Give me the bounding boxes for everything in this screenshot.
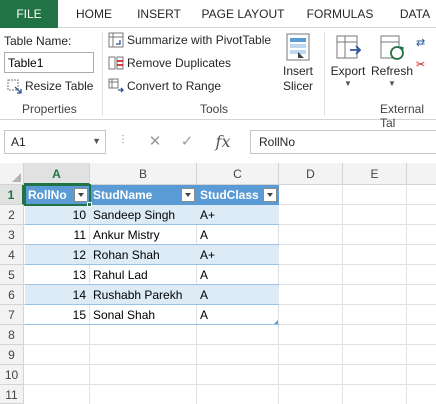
- convert-range-label: Convert to Range: [127, 79, 222, 93]
- tab-file[interactable]: FILE: [0, 0, 58, 28]
- summarize-pivot-label: Summarize with PivotTable: [127, 33, 272, 47]
- gridline: [406, 185, 407, 404]
- group-separator: [324, 32, 325, 116]
- column-header-e[interactable]: E: [343, 163, 407, 185]
- active-cell-selection: [24, 184, 91, 206]
- ribbon-tabs: FILE HOME INSERT PAGE LAYOUT FORMULAS DA…: [0, 0, 436, 28]
- export-button[interactable]: Export ▼: [328, 32, 368, 88]
- tab-home[interactable]: HOME: [70, 0, 118, 28]
- worksheet-grid[interactable]: A B C D E 1 2 3 4 5 6 7 8 9 10 11 RollNo…: [0, 163, 436, 404]
- insert-slicer-label-2: Slicer: [282, 79, 313, 93]
- chevron-down-icon: ▼: [344, 79, 352, 88]
- column-header-a[interactable]: A: [24, 163, 90, 185]
- row-header-9[interactable]: 9: [0, 345, 24, 365]
- tab-insert[interactable]: INSERT: [132, 0, 186, 28]
- cell-studclass[interactable]: A: [197, 285, 278, 305]
- row-header-1[interactable]: 1: [0, 185, 24, 205]
- row-header-2[interactable]: 2: [0, 205, 24, 225]
- column-header-d[interactable]: D: [279, 163, 343, 185]
- cell-rollno[interactable]: 13: [25, 265, 89, 285]
- chevron-down-icon: ▼: [388, 79, 396, 88]
- insert-function-icon[interactable]: fx: [208, 130, 238, 154]
- refresh-label: Refresh: [370, 64, 414, 78]
- convert-range-button[interactable]: Convert to Range: [108, 76, 221, 96]
- filter-dropdown-icon[interactable]: [263, 188, 277, 202]
- row-header-8[interactable]: 8: [0, 325, 24, 345]
- cell-studclass[interactable]: A: [197, 265, 278, 285]
- gridline: [24, 364, 436, 365]
- select-all-button[interactable]: [0, 163, 24, 185]
- summarize-pivot-button[interactable]: Summarize with PivotTable: [108, 30, 271, 50]
- cell-rollno[interactable]: 15: [25, 305, 89, 325]
- external-group-label: External Tal: [380, 102, 425, 130]
- export-icon: [336, 35, 362, 59]
- cell-rollno[interactable]: 11: [25, 225, 89, 245]
- tools-group-label: Tools: [200, 102, 229, 116]
- unlink-icon[interactable]: ✂: [416, 58, 425, 71]
- group-separator: [102, 32, 103, 116]
- fill-handle[interactable]: [87, 202, 92, 207]
- gridline: [342, 185, 343, 404]
- cell-studname[interactable]: Rushabh Parekh: [90, 285, 196, 305]
- cell-rollno[interactable]: 14: [25, 285, 89, 305]
- cancel-icon[interactable]: ✕: [140, 130, 170, 154]
- resize-table-label: Resize Table: [25, 79, 94, 93]
- gridline: [24, 384, 436, 385]
- cell-rollno[interactable]: 10: [25, 205, 89, 225]
- enter-icon[interactable]: ✓: [172, 130, 202, 154]
- refresh-icon: [380, 35, 404, 60]
- row-header-7[interactable]: 7: [0, 305, 24, 325]
- remove-duplicates-label: Remove Duplicates: [127, 56, 232, 70]
- chevron-down-icon[interactable]: ▼: [92, 136, 101, 146]
- cell-studname[interactable]: Ankur Mistry: [90, 225, 196, 245]
- cell-studclass[interactable]: A: [197, 305, 278, 325]
- insert-slicer-button[interactable]: Insert Slicer: [278, 32, 318, 94]
- name-box-value: A1: [11, 135, 26, 149]
- insert-slicer-label-1: Insert: [282, 64, 313, 78]
- external-extra-icon[interactable]: ⇄: [416, 36, 425, 49]
- formula-bar-grip[interactable]: ⋮: [118, 134, 128, 145]
- remove-duplicates-button[interactable]: Remove Duplicates: [108, 53, 231, 73]
- cell-studclass[interactable]: A+: [197, 245, 278, 265]
- table-name-input[interactable]: [4, 52, 94, 73]
- tab-data[interactable]: DATA: [394, 0, 436, 28]
- resize-table-icon: [6, 78, 22, 94]
- row-header-10[interactable]: 10: [0, 365, 24, 385]
- gridline: [24, 344, 436, 345]
- tab-page-layout[interactable]: PAGE LAYOUT: [200, 0, 286, 28]
- convert-range-icon: [108, 78, 124, 94]
- filter-dropdown-icon[interactable]: [181, 188, 195, 202]
- cell-studclass[interactable]: A: [197, 225, 278, 245]
- row-header-11[interactable]: 11: [0, 385, 24, 404]
- cell-rollno[interactable]: 12: [25, 245, 89, 265]
- row-header-5[interactable]: 5: [0, 265, 24, 285]
- formula-bar: A1 ▼ ⋮ ✕ ✓ fx RollNo: [0, 128, 436, 156]
- slicer-icon: [286, 33, 310, 61]
- row-header-3[interactable]: 3: [0, 225, 24, 245]
- ribbon: Table Name: Resize Table Properties Summ…: [0, 28, 436, 130]
- table-resize-handle[interactable]: [274, 320, 278, 324]
- cell-studname[interactable]: Sandeep Singh: [90, 205, 196, 225]
- column-header-b[interactable]: B: [90, 163, 197, 185]
- tab-formulas[interactable]: FORMULAS: [304, 0, 376, 28]
- cell-studname[interactable]: Sonal Shah: [90, 305, 196, 325]
- name-box[interactable]: A1 ▼: [4, 130, 106, 154]
- formula-input[interactable]: RollNo: [250, 130, 436, 154]
- refresh-button[interactable]: Refresh ▼: [370, 32, 414, 88]
- cell-studname[interactable]: Rahul Lad: [90, 265, 196, 285]
- column-header-c[interactable]: C: [197, 163, 279, 185]
- remove-duplicates-icon: [108, 55, 124, 71]
- export-label: Export: [330, 64, 366, 78]
- properties-group-label: Properties: [22, 102, 77, 116]
- column-header-f[interactable]: [407, 163, 436, 185]
- cell-studname[interactable]: Rohan Shah: [90, 245, 196, 265]
- row-header-4[interactable]: 4: [0, 245, 24, 265]
- row-header-6[interactable]: 6: [0, 285, 24, 305]
- cell-studclass[interactable]: A+: [197, 205, 278, 225]
- table-name-label: Table Name:: [4, 34, 72, 48]
- resize-table-button[interactable]: Resize Table: [6, 76, 93, 96]
- pivot-table-icon: [108, 32, 124, 48]
